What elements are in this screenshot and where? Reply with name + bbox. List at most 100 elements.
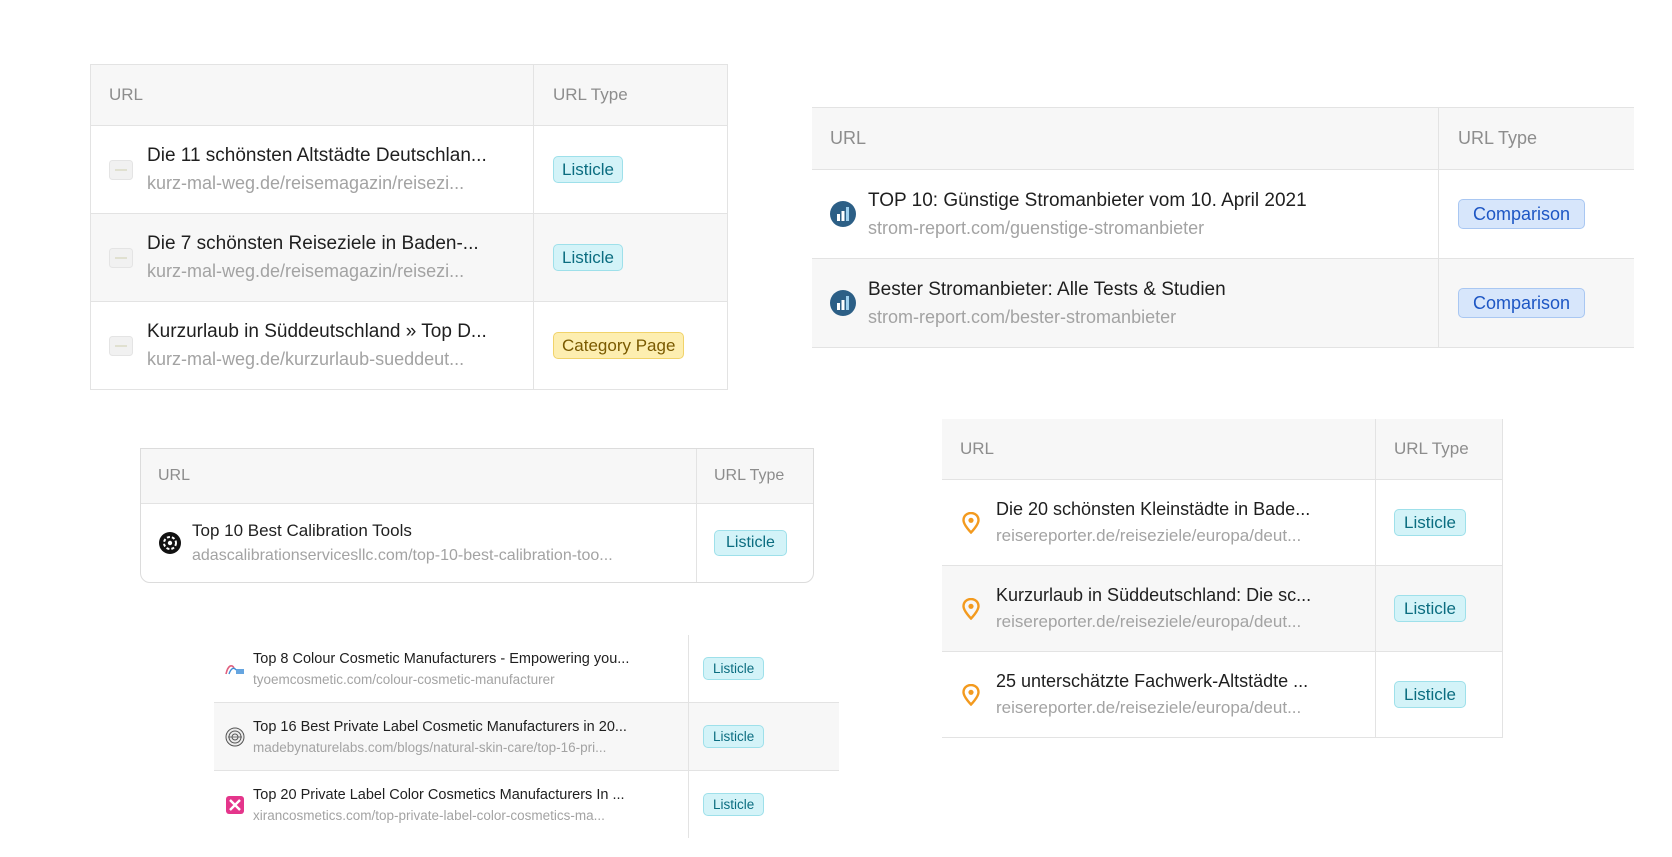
tyoem-logo-icon: [225, 662, 245, 676]
page-title[interactable]: Kurzurlaub in Süddeutschland: Die sc...: [996, 585, 1311, 606]
table-row[interactable]: Kurzurlaub in Süddeutschland » Top D... …: [91, 302, 727, 389]
url-type-cell: Comparison: [1439, 259, 1586, 347]
url-type-badge: Listicle: [1394, 595, 1466, 622]
page-url[interactable]: kurz-mal-weg.de/reisemagazin/reisezi...: [147, 173, 487, 194]
page-url[interactable]: xirancosmetics.com/top-private-label-col…: [253, 808, 625, 823]
page-title[interactable]: TOP 10: Günstige Stromanbieter vom 10. A…: [868, 190, 1307, 212]
page-url[interactable]: reisereporter.de/reiseziele/europa/deut.…: [996, 612, 1311, 632]
placeholder-dash-icon: [109, 335, 133, 356]
map-pin-icon: [960, 511, 982, 534]
page-title[interactable]: Die 20 schönsten Kleinstädte in Bade...: [996, 499, 1310, 520]
table-row[interactable]: Bester Stromanbieter: Alle Tests & Studi…: [812, 259, 1634, 348]
page-url[interactable]: madebynaturelabs.com/blogs/natural-skin-…: [253, 740, 627, 755]
gear-logo-icon: [158, 532, 182, 554]
page-title[interactable]: Top 8 Colour Cosmetic Manufacturers - Em…: [253, 651, 629, 667]
url-type-cell: Listicle: [534, 214, 623, 301]
url-type-cell: Listicle: [1376, 480, 1466, 565]
url-type-cell: Listicle: [689, 635, 765, 702]
table-row[interactable]: Die 7 schönsten Reiseziele in Baden-... …: [91, 214, 727, 302]
url-type-badge: Listicle: [1394, 509, 1466, 536]
page-url[interactable]: strom-report.com/bester-stromanbieter: [868, 307, 1226, 328]
column-header-url[interactable]: URL: [141, 449, 697, 503]
url-type-cell: Listicle: [534, 126, 623, 213]
page-url[interactable]: reisereporter.de/reiseziele/europa/deut.…: [996, 526, 1310, 546]
column-header-url-type[interactable]: URL Type: [1376, 419, 1469, 479]
table-row[interactable]: Top 16 Best Private Label Cosmetic Manuf…: [214, 703, 839, 771]
url-type-badge: Category Page: [553, 332, 685, 359]
url-cell[interactable]: TOP 10: Günstige Stromanbieter vom 10. A…: [812, 170, 1439, 258]
url-type-badge: Listicle: [714, 530, 787, 556]
url-type-badge: Listicle: [553, 244, 623, 271]
url-table-calibration: URL URL Type Top 10 Best Calibration Too…: [140, 448, 814, 583]
url-cell[interactable]: Kurzurlaub in Süddeutschland: Die sc... …: [942, 566, 1376, 651]
table-row[interactable]: Die 11 schönsten Altstädte Deutschlan...…: [91, 126, 727, 214]
page-title[interactable]: Kurzurlaub in Süddeutschland » Top D...: [147, 321, 487, 343]
page-title[interactable]: Die 7 schönsten Reiseziele in Baden-...: [147, 233, 479, 255]
url-type-badge: Listicle: [703, 724, 765, 749]
url-table-strom-report: URL URL Type TOP 10: Günstige Stromanbie…: [812, 107, 1634, 348]
url-type-cell: Listicle: [1376, 652, 1466, 737]
table-row[interactable]: Die 20 schönsten Kleinstädte in Bade... …: [942, 480, 1502, 566]
url-cell[interactable]: Die 11 schönsten Altstädte Deutschlan...…: [91, 126, 534, 213]
url-table-kurz-mal-weg: URL URL Type Die 11 schönsten Altstädte …: [90, 64, 728, 390]
column-header-url-type[interactable]: URL Type: [1439, 108, 1537, 169]
url-type-cell: Listicle: [697, 504, 787, 582]
page-title[interactable]: Top 20 Private Label Color Cosmetics Man…: [253, 787, 625, 803]
url-cell[interactable]: Top 8 Colour Cosmetic Manufacturers - Em…: [214, 635, 689, 702]
page-url[interactable]: kurz-mal-weg.de/kurzurlaub-sueddeut...: [147, 349, 487, 370]
url-type-cell: Listicle: [1376, 566, 1466, 651]
placeholder-dash-icon: [109, 159, 133, 180]
bar-chart-icon: [830, 201, 856, 227]
url-cell[interactable]: Die 20 schönsten Kleinstädte in Bade... …: [942, 480, 1376, 565]
xiran-logo-icon: [225, 795, 245, 814]
table-row[interactable]: Top 8 Colour Cosmetic Manufacturers - Em…: [214, 635, 839, 703]
bar-chart-icon: [830, 290, 856, 316]
page-title[interactable]: Die 11 schönsten Altstädte Deutschlan...: [147, 145, 487, 167]
page-url[interactable]: kurz-mal-weg.de/reisemagazin/reisezi...: [147, 261, 479, 282]
page-title[interactable]: Bester Stromanbieter: Alle Tests & Studi…: [868, 279, 1226, 301]
page-title[interactable]: 25 unterschätzte Fachwerk-Altstädte ...: [996, 671, 1308, 692]
page-url[interactable]: adascalibrationservicesllc.com/top-10-be…: [192, 547, 613, 565]
url-type-badge: Listicle: [553, 156, 623, 183]
url-cell[interactable]: Kurzurlaub in Süddeutschland » Top D... …: [91, 302, 534, 389]
table-row[interactable]: TOP 10: Günstige Stromanbieter vom 10. A…: [812, 170, 1634, 259]
table-header: URL URL Type: [91, 65, 727, 126]
url-cell[interactable]: Bester Stromanbieter: Alle Tests & Studi…: [812, 259, 1439, 347]
column-header-url[interactable]: URL: [812, 108, 1439, 169]
page-url[interactable]: reisereporter.de/reiseziele/europa/deut.…: [996, 698, 1308, 718]
url-type-badge: Comparison: [1458, 199, 1586, 229]
table-row[interactable]: Top 20 Private Label Color Cosmetics Man…: [214, 771, 839, 838]
url-cell[interactable]: Die 7 schönsten Reiseziele in Baden-... …: [91, 214, 534, 301]
url-type-cell: Comparison: [1439, 170, 1586, 258]
fingerprint-logo-icon: [225, 727, 245, 747]
url-cell[interactable]: Top 10 Best Calibration Tools adascalibr…: [141, 504, 697, 582]
url-type-badge: Listicle: [703, 792, 765, 817]
page-url[interactable]: tyoemcosmetic.com/colour-cosmetic-manufa…: [253, 672, 629, 687]
column-header-url-type[interactable]: URL Type: [697, 449, 784, 503]
column-header-url[interactable]: URL: [942, 419, 1376, 479]
map-pin-icon: [960, 597, 982, 620]
table-header: URL URL Type: [141, 449, 813, 504]
url-type-badge: Listicle: [1394, 681, 1466, 708]
placeholder-dash-icon: [109, 247, 133, 268]
page-url[interactable]: strom-report.com/guenstige-stromanbieter: [868, 218, 1307, 239]
url-type-cell: Category Page: [534, 302, 685, 389]
url-type-cell: Listicle: [689, 771, 765, 838]
table-header: URL URL Type: [942, 419, 1502, 480]
page-title[interactable]: Top 10 Best Calibration Tools: [192, 521, 613, 541]
column-header-url[interactable]: URL: [91, 65, 534, 125]
column-header-url-type[interactable]: URL Type: [534, 65, 628, 125]
map-pin-icon: [960, 683, 982, 706]
table-row[interactable]: 25 unterschätzte Fachwerk-Altstädte ... …: [942, 652, 1502, 738]
table-row[interactable]: Kurzurlaub in Süddeutschland: Die sc... …: [942, 566, 1502, 652]
url-type-badge: Listicle: [703, 656, 765, 681]
table-header: URL URL Type: [812, 108, 1634, 170]
url-cell[interactable]: Top 16 Best Private Label Cosmetic Manuf…: [214, 703, 689, 770]
url-table-cosmetics: Top 8 Colour Cosmetic Manufacturers - Em…: [214, 635, 839, 838]
url-table-reisereporter: URL URL Type Die 20 schönsten Kleinstädt…: [942, 419, 1503, 738]
url-type-badge: Comparison: [1458, 288, 1586, 318]
table-row[interactable]: Top 10 Best Calibration Tools adascalibr…: [141, 504, 813, 582]
url-cell[interactable]: 25 unterschätzte Fachwerk-Altstädte ... …: [942, 652, 1376, 737]
url-cell[interactable]: Top 20 Private Label Color Cosmetics Man…: [214, 771, 689, 838]
page-title[interactable]: Top 16 Best Private Label Cosmetic Manuf…: [253, 719, 627, 735]
